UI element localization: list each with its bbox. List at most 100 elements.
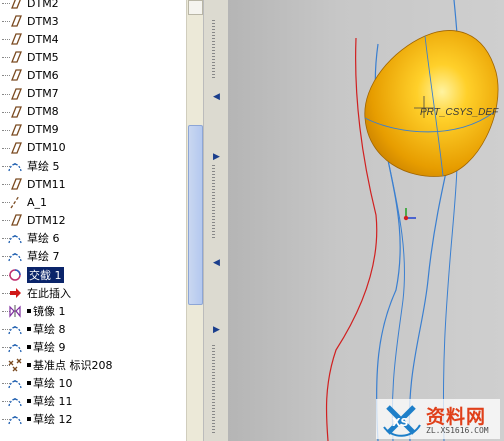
watermark: XS 资料网 ZL.XS1616.COM [376, 399, 500, 439]
tree-item-label: DTM4 [27, 32, 59, 46]
tree-item[interactable]: DTM5 [0, 48, 59, 66]
tree-item-label: 草绘 6 [27, 232, 60, 246]
tree-item-label: 草绘 7 [27, 250, 60, 264]
tree-item-label: 草绘 12 [33, 413, 73, 427]
splitter-grip-bottom [212, 345, 215, 435]
sketch-icon [8, 376, 22, 390]
datum-plane-icon [8, 32, 22, 46]
datum-plane-icon [8, 14, 22, 28]
watermark-url: ZL.XS1616.COM [426, 426, 489, 435]
tree-item-label: DTM7 [27, 87, 59, 100]
datum-plane-icon [8, 177, 22, 191]
hidden-marker [27, 381, 31, 386]
tree-item-label: DTM9 [27, 123, 59, 137]
datum-axis-icon [8, 195, 22, 209]
hidden-marker [27, 344, 31, 349]
tree-item-label: A_1 [27, 195, 48, 209]
expand-right-arrow-icon-2[interactable]: ▶ [213, 325, 220, 335]
csys-label: PRT_CSYS_DEF [420, 107, 499, 118]
tree-item-label: 草绘 5 [27, 159, 60, 173]
tree-item[interactable]: DTM3 [0, 12, 59, 30]
tree-item[interactable]: DTM11 [0, 175, 66, 193]
hidden-marker [27, 308, 31, 313]
scroll-thumb[interactable] [188, 125, 203, 305]
tree-item-label: 在此插入 [27, 286, 71, 300]
tree-item[interactable]: DTM12 [0, 211, 66, 229]
datum-plane-icon [8, 105, 22, 119]
tree-item[interactable]: DTM10 [0, 139, 66, 157]
tree-vertical-scrollbar[interactable] [186, 0, 204, 441]
scroll-up-button[interactable] [188, 0, 203, 15]
datum-plane-icon [8, 0, 22, 10]
tree-item-label: DTM3 [27, 14, 59, 28]
tree-item[interactable]: 草绘 9 [0, 338, 66, 356]
datum-plane-icon [8, 87, 22, 101]
tree-item-label: DTM2 [27, 0, 59, 10]
tree-item[interactable]: 草绘 8 [0, 320, 66, 338]
svg-text:XS: XS [392, 416, 408, 429]
tree-item[interactable]: DTM4 [0, 30, 59, 48]
tree-item[interactable]: DTM9 [0, 121, 59, 139]
splitter-grip-top [212, 20, 215, 80]
watermark-logo-icon: XS [383, 405, 421, 437]
tree-item[interactable]: DTM2 [0, 0, 59, 12]
datum-point-icon [8, 358, 22, 372]
tree-item-label: 镜像 1 [33, 304, 66, 318]
pane-splitter[interactable]: ◀ ▶ ◀ ▶ [203, 0, 229, 441]
tree-item[interactable]: DTM7 [0, 85, 59, 103]
datum-plane-icon [8, 123, 22, 137]
tree-item[interactable]: A_1 [0, 193, 47, 211]
mirror-icon [8, 304, 22, 318]
datum-plane-icon [8, 213, 22, 227]
hidden-marker [27, 399, 31, 404]
tree-item[interactable]: DTM8 [0, 103, 59, 121]
tree-item[interactable]: DTM6 [0, 66, 59, 84]
tree-item[interactable]: 草绘 11 [0, 392, 73, 410]
sketch-icon [8, 394, 22, 408]
sketch-icon [8, 159, 22, 173]
model-canvas: PRT_CSYS_DEF [325, 0, 499, 441]
graphics-viewport[interactable]: PRT_CSYS_DEF XS 资料网 ZL.XS1616.COM [228, 0, 504, 441]
datum-plane-icon [8, 68, 22, 82]
tree-item-label: 草绘 9 [33, 340, 66, 354]
intersect-icon [8, 268, 22, 282]
expand-right-arrow-icon[interactable]: ▶ [213, 152, 220, 162]
tree-item-label: DTM5 [27, 50, 59, 64]
sketch-icon [8, 249, 22, 263]
hidden-marker [27, 417, 31, 422]
insert-here-arrow-icon [8, 286, 22, 300]
tree-item-label: 交截 1 [27, 266, 64, 283]
tree-item[interactable]: 交截 1 [0, 266, 64, 284]
collapse-left-arrow-icon-2[interactable]: ◀ [213, 258, 220, 268]
tree-item-label: 草绘 8 [33, 322, 66, 336]
tree-item[interactable]: 草绘 12 [0, 410, 73, 428]
tree-item[interactable]: 草绘 5 [0, 157, 60, 175]
tree-item-label: 草绘 11 [33, 395, 73, 409]
tree-item[interactable]: 镜像 1 [0, 302, 66, 320]
datum-plane-icon [8, 141, 22, 155]
sketch-icon [8, 412, 22, 426]
hidden-marker [27, 363, 31, 367]
tree-item-label: DTM8 [27, 105, 59, 119]
hidden-marker [27, 326, 31, 331]
sketch-icon [8, 340, 22, 354]
tree-item-label: 基准点 标识208 [33, 359, 113, 372]
tree-item[interactable]: 草绘 7 [0, 247, 60, 265]
tree-item[interactable]: 草绘 6 [0, 229, 60, 247]
tree-item-label: DTM10 [27, 141, 66, 155]
tree-item-label: 草绘 10 [33, 377, 73, 391]
datum-plane-icon [8, 50, 22, 64]
tree-item[interactable]: 草绘 10 [0, 374, 73, 392]
tree-item-label: DTM12 [27, 213, 66, 227]
splitter-grip-middle [212, 165, 215, 240]
gold-surface [364, 30, 499, 177]
sketch-icon [8, 231, 22, 245]
sketch-icon [8, 322, 22, 336]
tree-item[interactable]: 基准点 标识208 [0, 356, 113, 374]
tree-item-label: DTM11 [27, 177, 66, 191]
view-triad-icon [403, 208, 416, 221]
collapse-left-arrow-icon[interactable]: ◀ [213, 92, 220, 102]
model-tree: DTM2 DTM3 DTM4 DTM5 DTM6 DTM7 DTM8 DTM9 DTM10 草绘 … [0, 0, 186, 441]
tree-item[interactable]: 在此插入 [0, 284, 71, 302]
tree-item-label: DTM6 [27, 68, 59, 82]
